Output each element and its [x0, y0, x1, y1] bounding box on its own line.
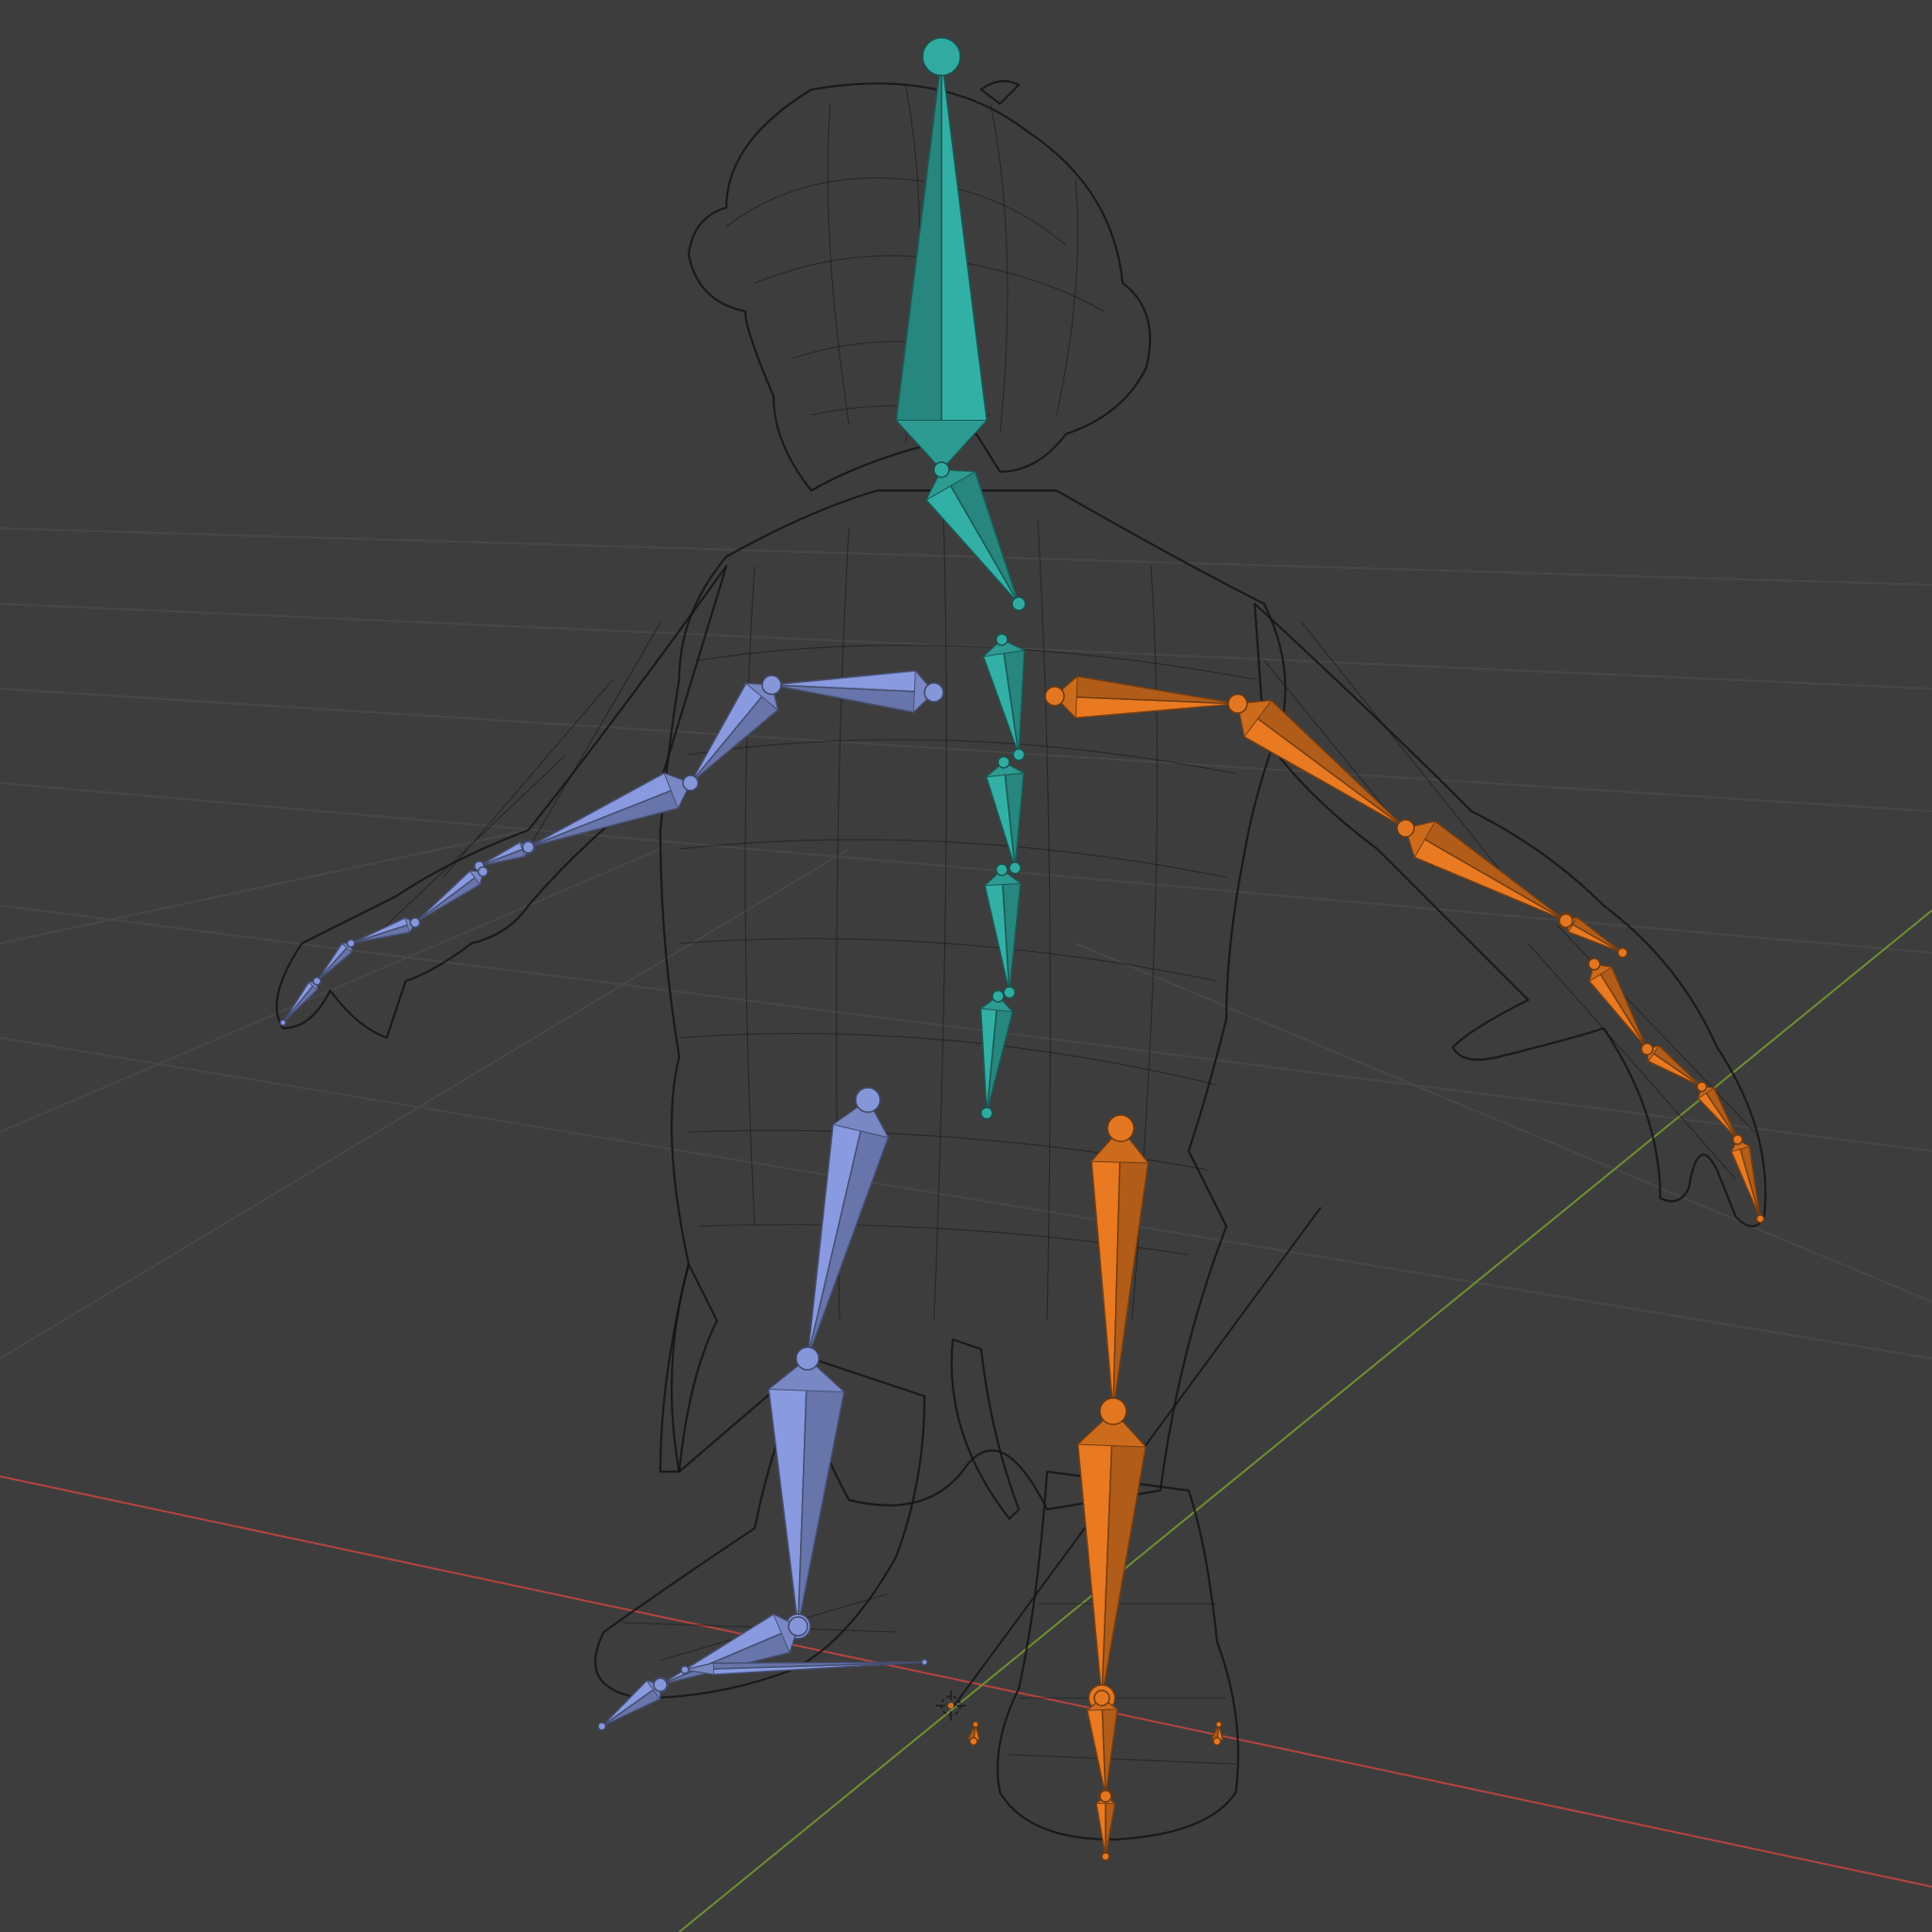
bone-head-tail-joint[interactable]	[922, 37, 961, 76]
bone-finger-r-2[interactable]	[1641, 1042, 1707, 1092]
bone-finger-l-2[interactable]	[346, 917, 421, 948]
bone-finger-r-4-tail-joint[interactable]	[1756, 1214, 1765, 1224]
bone-thigh-r-head-joint[interactable]	[1107, 1114, 1135, 1142]
bone-spine-4[interactable]	[981, 633, 1026, 761]
bone-thigh-l[interactable]	[795, 1087, 890, 1371]
bone-finger-l-1-head-joint[interactable]	[477, 866, 489, 877]
floor-grid	[0, 527, 1932, 1359]
bone-hand-r-head-joint[interactable]	[1558, 913, 1574, 928]
bone-finger-l-2-head-joint[interactable]	[409, 917, 421, 928]
bone-finger-r-2-head-joint[interactable]	[1641, 1042, 1654, 1056]
bone-toe-r-tail-joint[interactable]	[1101, 1852, 1110, 1861]
bone-spine-1-head-joint[interactable]	[991, 990, 1005, 1003]
bone-forearm-l-head-joint[interactable]	[682, 774, 699, 791]
bone-heel-r-a[interactable]	[967, 1721, 981, 1746]
bone-upperarm-l-head-joint[interactable]	[761, 675, 782, 695]
bone-heel-l-head-joint[interactable]	[680, 1665, 690, 1674]
bone-thigh-l-head-joint[interactable]	[855, 1087, 881, 1113]
bone-spine-1-tail-joint[interactable]	[980, 1107, 993, 1120]
bone-spine-3-tail-joint[interactable]	[1008, 861, 1022, 874]
y-axis-line	[678, 909, 1932, 1932]
bone-shoulder-r[interactable]	[1044, 675, 1248, 720]
bone-hand-l-head-joint[interactable]	[522, 841, 535, 854]
bone-neck-tail-joint[interactable]	[1011, 596, 1026, 611]
bone-shin-l[interactable]	[767, 1346, 846, 1640]
bone-forearm-r[interactable]	[1396, 819, 1574, 929]
bone-toe-l-tail-joint[interactable]	[597, 1722, 607, 1731]
bone-toe-r-head-joint[interactable]	[1099, 1790, 1112, 1803]
x-axis-line	[0, 1475, 1932, 1888]
bone-forearm-r-head-joint[interactable]	[1396, 819, 1415, 838]
bone-neck-head-joint[interactable]	[933, 461, 950, 478]
bone-neck[interactable]	[924, 461, 1026, 611]
bone-hand-r-tail-joint[interactable]	[1617, 947, 1628, 958]
bone-finger-r-1-head-joint[interactable]	[1588, 958, 1601, 971]
bone-heel-r-a-tail-joint[interactable]	[972, 1721, 979, 1728]
bone-upperarm-r-head-joint[interactable]	[1227, 693, 1248, 714]
bone-shoulder-l-head-joint[interactable]	[924, 682, 944, 703]
bone-spine-2[interactable]	[983, 863, 1023, 999]
bone-finger-l-1[interactable]	[409, 866, 489, 928]
bone-shoulder-l[interactable]	[761, 669, 944, 714]
bone-head[interactable]	[894, 37, 989, 478]
bone-shin-l-head-joint[interactable]	[795, 1346, 820, 1371]
bone-finger-l-4-head-joint[interactable]	[312, 976, 322, 986]
bone-heel-l-tail-joint[interactable]	[921, 1658, 928, 1666]
bone-shin-r[interactable]	[1076, 1397, 1147, 1712]
bone-heel-r-b-tail-joint[interactable]	[1215, 1721, 1223, 1728]
bone-spine-3-head-joint[interactable]	[997, 756, 1010, 769]
bone-shin-r-head-joint[interactable]	[1099, 1397, 1127, 1425]
bone-finger-r-4[interactable]	[1730, 1134, 1765, 1224]
bone-spine-2-head-joint[interactable]	[995, 863, 1008, 876]
bone-toe-l-head-joint[interactable]	[653, 1677, 668, 1692]
bone-finger-r-3-head-joint[interactable]	[1696, 1081, 1707, 1092]
bone-spine-4-tail-joint[interactable]	[1012, 748, 1025, 761]
bone-toe-r[interactable]	[1094, 1790, 1117, 1861]
bone-thigh-r[interactable]	[1090, 1114, 1150, 1425]
bone-foot-l-head-joint[interactable]	[788, 1616, 808, 1637]
bone-spine-2-tail-joint[interactable]	[1003, 986, 1016, 999]
bone-heel-r-b-head-joint[interactable]	[1212, 1737, 1222, 1746]
bone-finger-r-1[interactable]	[1588, 958, 1654, 1056]
armature[interactable]	[279, 37, 1765, 1861]
bone-finger-l-4[interactable]	[279, 976, 322, 1026]
bone-spine-4-head-joint[interactable]	[995, 633, 1008, 646]
character-wireframe-mesh[interactable]	[275, 79, 1767, 1841]
viewport-canvas[interactable]	[0, 0, 1932, 1932]
bone-spine-3[interactable]	[984, 756, 1026, 874]
bone-spine-1[interactable]	[979, 990, 1014, 1120]
bone-finger-r-4-head-joint[interactable]	[1732, 1134, 1743, 1145]
bone-foot-r[interactable]	[1086, 1690, 1119, 1804]
bone-upperarm-r[interactable]	[1227, 693, 1415, 838]
bone-foot-r-head-joint[interactable]	[1093, 1690, 1110, 1707]
bone-shoulder-r-head-joint[interactable]	[1044, 686, 1065, 707]
bone-finger-l-3-head-joint[interactable]	[346, 939, 356, 948]
3d-viewport[interactable]	[0, 0, 1932, 1932]
bone-finger-l-4-tail-joint[interactable]	[279, 1019, 287, 1026]
bone-hand-r[interactable]	[1558, 913, 1628, 958]
bone-heel-r-a-head-joint[interactable]	[969, 1737, 978, 1746]
